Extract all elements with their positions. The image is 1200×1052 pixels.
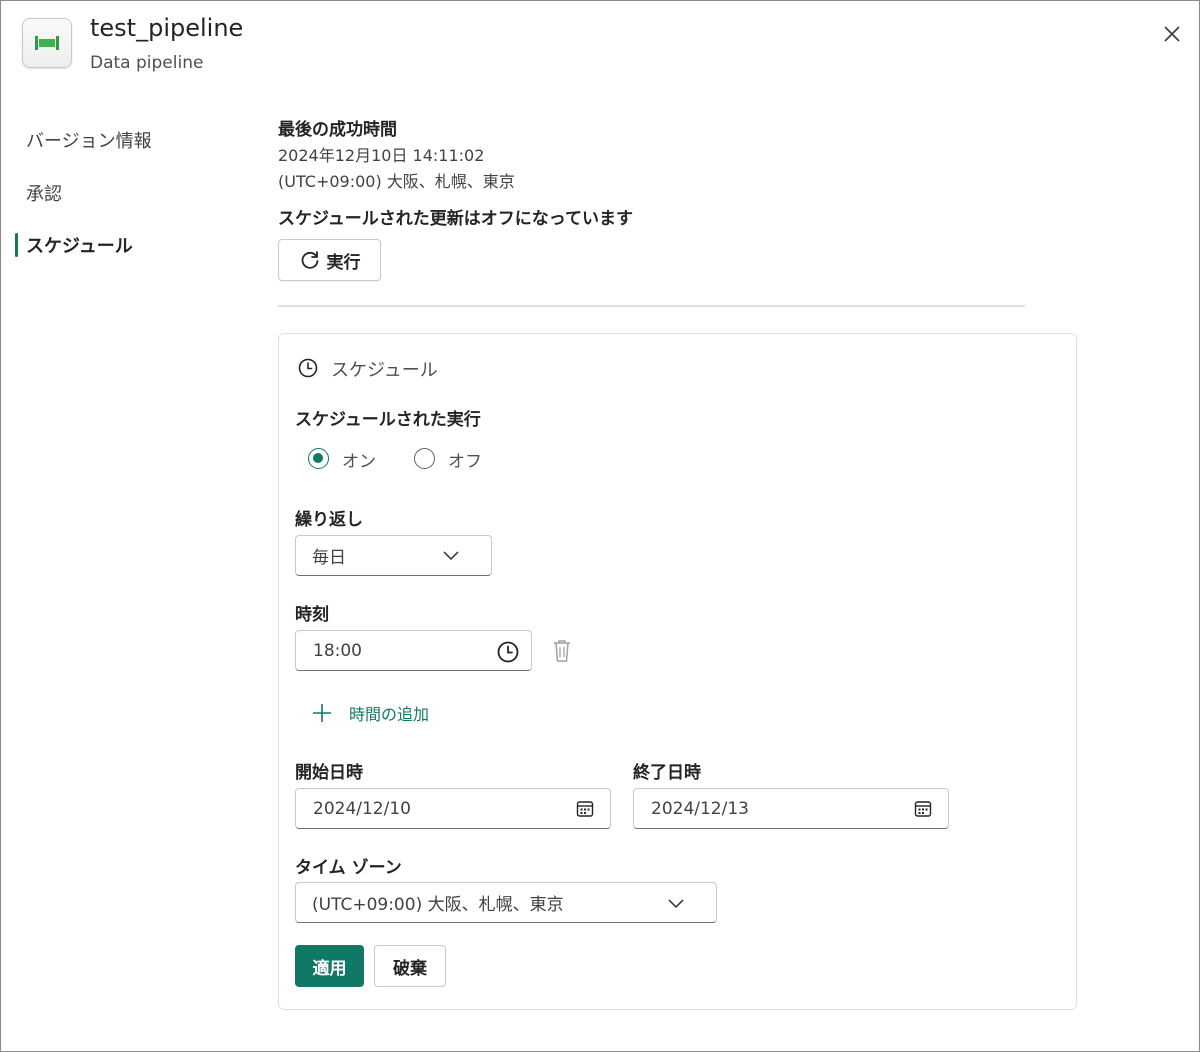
chevron-down-icon [667,896,685,910]
time-value: 18:00 [313,640,362,661]
close-icon [1164,26,1180,42]
last-success-heading: 最後の成功時間 [278,120,397,140]
repeat-dropdown[interactable]: 毎日 [295,535,492,576]
start-date-label: 開始日時 [295,763,363,783]
end-date-value: 2024/12/13 [651,798,749,819]
schedule-status-text: スケジュールされた更新はオフになっています [278,209,633,229]
start-date-field[interactable]: 2024/12/10 [295,788,611,829]
last-success-timezone: (UTC+09:00) 大阪、札幌、東京 [278,172,515,191]
discard-button-label: 破棄 [393,958,427,979]
calendar-icon[interactable] [576,800,594,818]
run-button-label: 実行 [326,252,361,273]
trash-icon [554,640,570,662]
end-date-field[interactable]: 2024/12/13 [633,788,949,829]
discard-button[interactable]: 破棄 [374,945,446,987]
timezone-value: (UTC+09:00) 大阪、札幌、東京 [312,895,564,915]
apply-button-label: 適用 [312,958,347,979]
schedule-section-title: スケジュール [331,360,438,381]
clock-picker-icon[interactable] [496,640,520,664]
delete-time-button[interactable] [551,638,573,668]
pipeline-type: Data pipeline [90,53,204,73]
chevron-down-icon [442,548,460,562]
run-button[interactable]: 実行 [278,239,381,281]
scheduled-run-label: スケジュールされた実行 [295,410,481,430]
pipeline-icon [22,18,72,68]
radio-on-label: オン [342,452,376,472]
start-date-value: 2024/12/10 [313,798,411,819]
apply-button[interactable]: 適用 [295,945,364,987]
timezone-label: タイム ゾーン [295,858,402,878]
repeat-label: 繰り返し [295,510,363,530]
add-time-button[interactable]: 時間の追加 [311,701,429,725]
radio-off-label: オフ [448,452,482,472]
nav-item-schedule[interactable]: スケジュール [26,232,133,258]
end-date-label: 終了日時 [633,763,701,783]
close-button[interactable] [1159,21,1185,47]
repeat-value: 毎日 [312,548,346,568]
divider [278,305,1025,307]
last-success-datetime: 2024年12月10日 14:11:02 [278,146,485,165]
dialog: test_pipeline Data pipeline バージョン情報 承認 ス… [0,0,1200,1052]
radio-on[interactable] [308,448,329,469]
clock-icon [298,358,318,378]
add-time-label: 時間の追加 [349,705,430,724]
nav-item-approval[interactable]: 承認 [26,180,62,206]
nav-item-version-info[interactable]: バージョン情報 [26,127,152,153]
refresh-icon [301,251,318,269]
radio-off[interactable] [414,448,435,469]
plus-icon [313,704,331,722]
timezone-dropdown[interactable]: (UTC+09:00) 大阪、札幌、東京 [295,882,717,923]
time-field[interactable]: 18:00 [295,630,532,671]
pipeline-title: test_pipeline [90,14,244,42]
calendar-icon[interactable] [914,800,932,818]
nav-active-indicator [15,233,18,257]
time-label: 時刻 [295,605,329,625]
